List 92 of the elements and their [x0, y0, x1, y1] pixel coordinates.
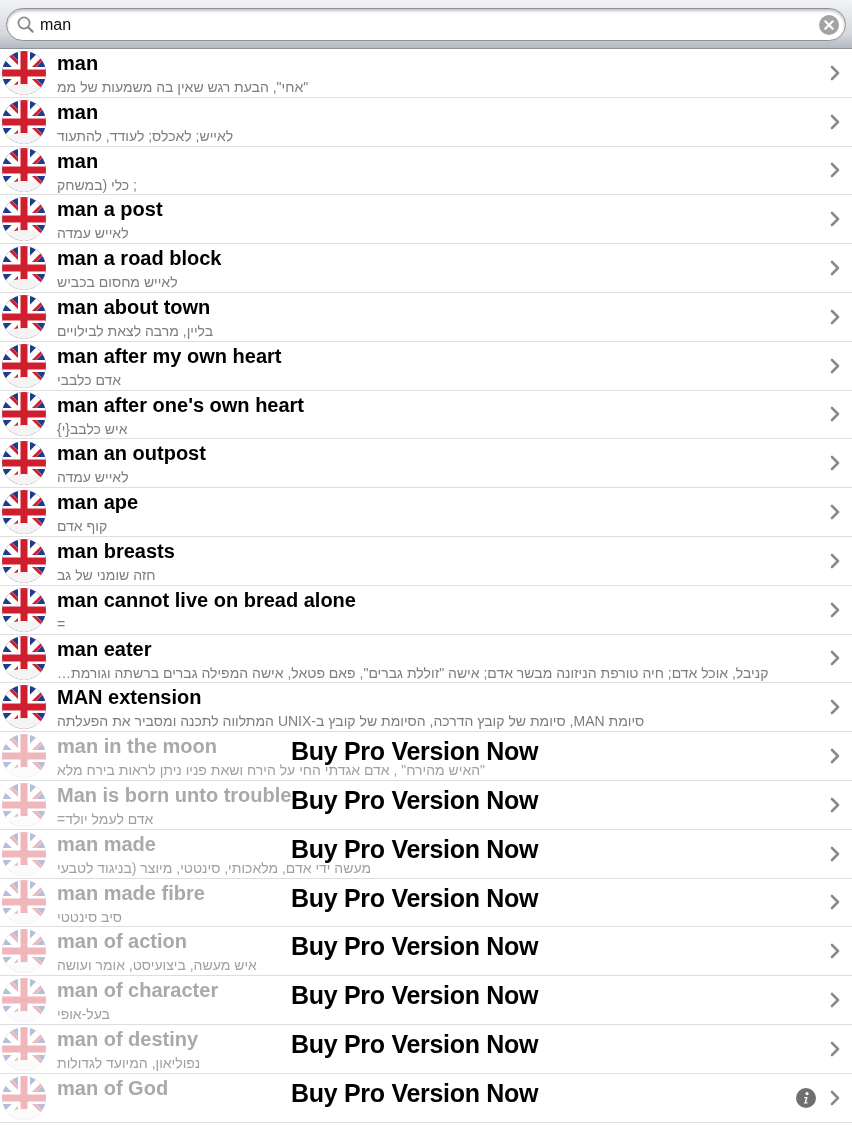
chevron-icon — [830, 650, 840, 667]
flag-icon — [2, 294, 46, 339]
chevron-icon — [830, 64, 840, 81]
chevron-icon — [830, 1089, 840, 1106]
translation-text: לאייש עמדה — [57, 470, 129, 486]
flag-icon — [2, 685, 46, 730]
flag-icon — [2, 50, 46, 95]
flag-icon — [2, 441, 46, 486]
chevron-icon — [830, 796, 840, 813]
flag-icon — [2, 636, 46, 681]
translation-text: איש מעשה, ביצועיסט, אומר ועושה — [57, 958, 257, 974]
chevron-icon — [830, 1040, 840, 1057]
translation-text: סיומת MAN, סיומת של קובץ הדרכה, הסיומת של קובץ ב-UNIX המתלווה לתכנה ומסביר את הפעלתה — [57, 714, 645, 730]
translation-text: "אחי", הבעת רגש שאין בה משמעות של ממ — [57, 80, 309, 95]
entry-title: man made fibre — [57, 882, 205, 904]
translation-text: לאייש מחסום בכביש — [57, 275, 178, 291]
chevron-icon — [830, 308, 840, 325]
translation-text: סיב סינטטי — [57, 909, 122, 925]
entry-title: man an outpost — [57, 443, 206, 465]
entry-title: man about town — [57, 297, 211, 318]
flag-icon — [2, 148, 46, 193]
buy-pro-label[interactable]: Buy Pro Version Now — [291, 983, 539, 1008]
entry-title: man ape — [57, 492, 139, 514]
translation-text: לאייש; לאכלס; לעודד, להתעוד — [57, 128, 234, 144]
flag-icon — [2, 343, 46, 388]
entry-title: man — [57, 150, 99, 172]
chevron-icon — [830, 699, 840, 716]
flag-icon — [2, 490, 46, 535]
chevron-icon — [830, 601, 840, 618]
entry-title: man breasts — [57, 540, 175, 562]
buy-pro-label[interactable]: Buy Pro Version Now — [291, 934, 539, 959]
entry-title: man made — [57, 833, 156, 855]
translation-text: נפוליאון, המיועד לגדולות — [57, 1055, 201, 1071]
chevron-icon — [830, 748, 840, 765]
buy-pro-label[interactable]: Buy Pro Version Now — [291, 1031, 539, 1056]
entry-title: man of destiny — [57, 1028, 199, 1050]
entry-title: man of character — [57, 980, 219, 1002]
chevron-icon — [830, 357, 840, 374]
chevron-icon — [830, 992, 840, 1009]
entry-title: man after one's own heart — [57, 394, 305, 416]
entry-title: man — [57, 53, 99, 74]
chevron-icon — [830, 211, 840, 228]
entry-title: Man is born unto trouble — [57, 784, 292, 806]
chevron-icon — [830, 552, 840, 569]
chevron-icon — [830, 845, 840, 862]
chevron-icon — [830, 260, 840, 277]
chevron-icon — [830, 113, 840, 130]
entry-title: man eater — [57, 638, 152, 660]
translation-text: אדם כלבבי — [57, 372, 122, 388]
flag-icon — [2, 392, 46, 437]
entry-title: man in the moon — [57, 736, 217, 758]
buy-pro-label[interactable]: Buy Pro Version Now — [291, 1080, 539, 1105]
chevron-icon — [830, 504, 840, 521]
flag-icon — [2, 1075, 46, 1120]
buy-pro-label[interactable]: Buy Pro Version Now — [291, 885, 539, 910]
translation-text: ; כלי (במשחק — [57, 177, 137, 193]
flag-icon — [2, 99, 46, 144]
entry-title: man a post — [57, 199, 163, 221]
entry-title: man cannot live on bread alone — [57, 589, 356, 611]
translation-text: קניבל, אוכל אדם; חיה טורפת הניזונה מבשר אדם; אישה "זוללת גברים", פאם פטאל, אישה המפילה גברים ברשתה וגורמת… — [57, 665, 769, 681]
entry-title: man of action — [57, 931, 187, 953]
buy-pro-label[interactable]: Buy Pro Version Now — [291, 836, 539, 861]
entry-title: man — [57, 101, 99, 123]
flag-icon — [2, 246, 46, 291]
entry-title: MAN extension — [57, 687, 202, 709]
info-icon[interactable] — [796, 1087, 816, 1108]
list-row[interactable]: man cannot live on bread alone = — [0, 585, 852, 635]
chevron-icon — [830, 455, 840, 472]
flag-icon — [2, 197, 46, 242]
search-text: man — [40, 15, 73, 34]
translation-text: = — [57, 616, 66, 632]
search-icon — [17, 16, 34, 33]
buy-pro-label[interactable]: Buy Pro Version Now — [291, 739, 539, 764]
flag-icon — [2, 538, 46, 583]
translation-text: בעל-אופי — [57, 1007, 110, 1023]
chevron-icon — [830, 162, 840, 179]
translation-text: בליין, מרבה לצאת לבילויים — [57, 324, 214, 339]
chevron-icon — [830, 894, 840, 911]
entry-title: man of God — [57, 1077, 169, 1099]
translation-text: אדם לעמל יולד= — [57, 811, 154, 827]
search-field[interactable]: man — [6, 8, 846, 41]
chevron-icon — [830, 943, 840, 960]
translation-text: איש כלבב{י} — [57, 421, 128, 437]
list-row[interactable]: man of God Buy Pro Version Now — [0, 1073, 852, 1123]
translation-text: לאייש עמדה — [57, 226, 129, 242]
buy-pro-label[interactable]: Buy Pro Version Now — [291, 787, 539, 812]
entry-title: man a road block — [57, 248, 222, 270]
translation-text: חזה שומני של גב — [57, 567, 156, 583]
chevron-icon — [830, 406, 840, 423]
translation-text: קוף אדם — [57, 519, 108, 535]
entry-title: man after my own heart — [57, 345, 282, 367]
flag-icon — [2, 587, 46, 632]
